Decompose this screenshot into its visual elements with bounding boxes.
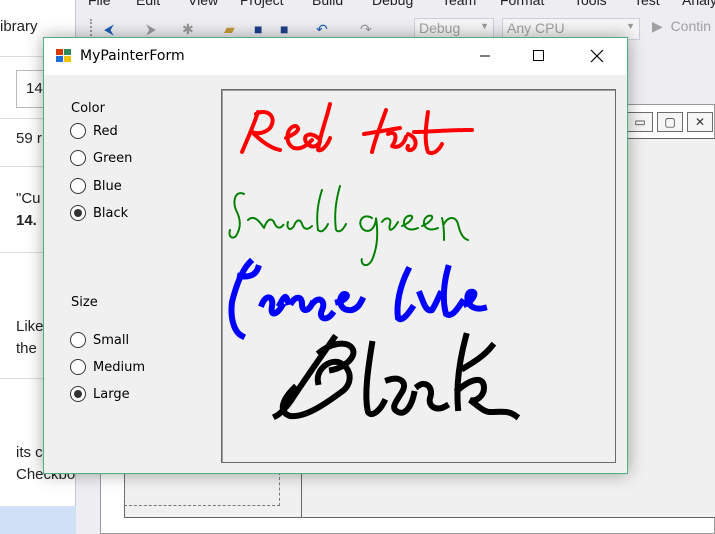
bg-text-like: Like xyxy=(16,318,44,335)
radio-indicator xyxy=(70,150,86,166)
window-titlebar[interactable]: MyPainterForm xyxy=(44,38,627,75)
chevron-down-icon: ▼ xyxy=(480,21,489,31)
bg-text-14b: 14. xyxy=(16,212,37,229)
maximize-icon xyxy=(533,50,544,61)
back-icon[interactable]: ⮜ xyxy=(104,22,114,36)
play-icon: ▶ xyxy=(652,18,663,34)
window-title: MyPainterForm xyxy=(80,48,185,64)
black-handwriting-stroke xyxy=(271,332,521,421)
radio-indicator xyxy=(70,205,86,221)
radio-indicator xyxy=(70,178,86,194)
radio-color-black[interactable]: Black xyxy=(70,204,128,222)
radio-label: Medium xyxy=(93,359,145,375)
radio-indicator xyxy=(70,386,86,402)
radio-size-large[interactable]: Large xyxy=(70,385,130,403)
canvas-drawing xyxy=(228,102,521,421)
size-group-label: Size xyxy=(71,295,98,310)
vs-menu-build[interactable]: Build xyxy=(312,0,343,8)
close-button[interactable] xyxy=(574,38,620,74)
radio-label: Red xyxy=(93,123,118,139)
vs-menu-format[interactable]: Format xyxy=(500,0,544,8)
bg-text-14: 14 xyxy=(26,80,43,97)
bg-highlight-bar xyxy=(0,506,76,534)
vs-menu-project[interactable]: Project xyxy=(240,0,284,8)
restore-icon[interactable]: ▭ xyxy=(627,112,653,132)
radio-label: Small xyxy=(93,332,130,348)
vs-menu-team[interactable]: Team xyxy=(442,0,476,8)
chevron-down-icon: ▼ xyxy=(626,21,635,31)
vs-menu-test[interactable]: Test xyxy=(634,0,660,8)
red-handwriting-stroke xyxy=(240,102,474,155)
open-file-icon[interactable]: ▰ xyxy=(224,22,235,36)
toolbar-grip[interactable] xyxy=(90,19,94,39)
vs-menu-view[interactable]: View xyxy=(188,0,218,8)
vs-menu-file[interactable]: File xyxy=(88,0,111,8)
solution-platform-value: Any CPU xyxy=(507,20,565,36)
new-project-icon[interactable]: ✱ xyxy=(182,22,194,36)
continue-button[interactable]: ▶ Contin xyxy=(652,18,711,35)
bg-text-its: its c xyxy=(16,444,43,461)
vs-menu-debug[interactable]: Debug xyxy=(372,0,413,8)
designer-panel xyxy=(301,470,715,518)
bg-text-cu: "Cu xyxy=(16,190,41,207)
radio-label: Green xyxy=(93,150,133,166)
radio-indicator xyxy=(70,332,86,348)
bg-text-the: the xyxy=(16,340,37,357)
radio-indicator xyxy=(70,359,86,375)
radio-color-blue[interactable]: Blue xyxy=(70,177,122,195)
close-icon[interactable]: ✕ xyxy=(687,112,713,132)
forward-icon[interactable]: ⮞ xyxy=(146,22,156,36)
maximize-icon[interactable]: ▢ xyxy=(657,112,683,132)
vs-menu-tools[interactable]: Tools xyxy=(574,0,607,8)
green-handwriting-stroke xyxy=(228,185,469,266)
bg-text-59: 59 r xyxy=(16,130,42,147)
color-group-label: Color xyxy=(71,101,105,116)
save-icon[interactable]: ■ xyxy=(254,22,262,36)
continue-label: Contin xyxy=(670,18,712,34)
vs-menu-edit[interactable]: Edit xyxy=(136,0,160,8)
radio-color-red[interactable]: Red xyxy=(70,122,118,140)
vs-menu-analyze[interactable]: Analy xyxy=(682,0,715,8)
designer-selection-box xyxy=(124,472,280,506)
form-client-area: Color Red Green Blue Black Size Small Me… xyxy=(44,75,627,473)
maximize-button[interactable] xyxy=(516,38,562,74)
mypainterform-window: MyPainterForm Color Red Green Blue Black xyxy=(43,37,628,474)
solution-config-value: Debug xyxy=(419,20,461,36)
radio-color-green[interactable]: Green xyxy=(70,149,132,167)
blue-handwriting-stroke xyxy=(228,257,488,341)
radio-label: Large xyxy=(93,386,130,402)
drawing-canvas[interactable] xyxy=(221,89,616,463)
redo-icon[interactable]: ↷ xyxy=(360,22,372,36)
radio-label: Black xyxy=(93,205,129,221)
radio-indicator xyxy=(70,123,86,139)
close-icon xyxy=(590,49,604,63)
app-icon xyxy=(56,49,72,63)
undo-icon[interactable]: ↶ xyxy=(316,22,328,36)
minimize-button[interactable] xyxy=(462,38,508,74)
save-all-icon[interactable]: ■ xyxy=(280,22,288,36)
radio-size-medium[interactable]: Medium xyxy=(70,358,145,376)
minimize-icon xyxy=(480,55,490,57)
bg-text-library: ibrary xyxy=(0,18,38,35)
radio-label: Blue xyxy=(93,178,122,194)
radio-size-small[interactable]: Small xyxy=(70,331,129,349)
